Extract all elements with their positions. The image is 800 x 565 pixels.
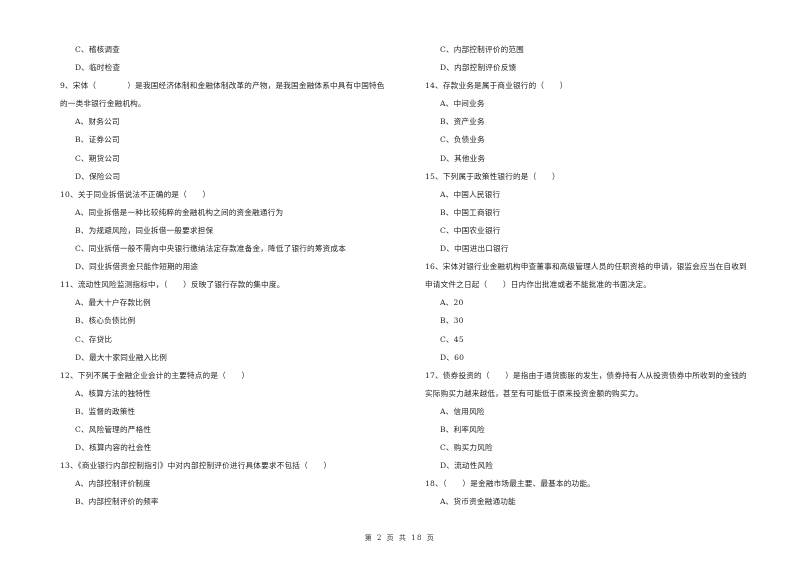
answer-option: A、信用风险 bbox=[440, 406, 485, 416]
question-text-continued: 的一类非银行金融机构。 bbox=[60, 99, 146, 109]
page-footer: 第 2 页 共 18 页 bbox=[364, 534, 436, 542]
question-text-continued: 申请文件之日起（ ）日内作出批准或者不能批准的书面决定。 bbox=[425, 280, 652, 290]
question-text: 10、关于同业拆借说法不正确的是（ ） bbox=[60, 189, 211, 199]
answer-option: A、内部控制评价制度 bbox=[75, 479, 151, 489]
question-text: 9、宋体（ ）是我国经济体制和金融体制改革的产物，是我国金融体系中具有中国特色 bbox=[60, 81, 385, 91]
answer-option: C、购买力风险 bbox=[440, 443, 493, 453]
answer-option: C、同业拆借一般不需向中央银行缴纳法定存款准备金，降低了银行的筹资成本 bbox=[75, 244, 346, 254]
answer-option: B、中国工商银行 bbox=[440, 207, 501, 217]
answer-option: A、最大十户存款比例 bbox=[75, 298, 151, 308]
question-text: 11、流动性风险监测指标中，（ ）反映了银行存款的集中度。 bbox=[60, 280, 285, 290]
answer-option: C、负债业务 bbox=[440, 135, 485, 145]
answer-option: D、流动性风险 bbox=[440, 461, 494, 471]
question-text: 13、《商业银行内部控制指引》中对内部控制评价进行具体要求不包括（ ） bbox=[60, 461, 332, 471]
answer-option: C、风险管理的严格性 bbox=[75, 424, 152, 434]
answer-option: B、监督的政策性 bbox=[75, 406, 136, 416]
answer-option: A、20 bbox=[440, 298, 464, 308]
answer-option: C、期货公司 bbox=[75, 153, 120, 163]
answer-option: A、货币资金融通功能 bbox=[440, 497, 516, 507]
answer-option: B、30 bbox=[440, 316, 464, 326]
question-text-continued: 实际购买力越来越低，甚至有可能低于原来投资金额的购买力。 bbox=[425, 388, 644, 398]
question-text: 16、宋体对银行业金融机构申查董事和高级管理人员的任职资格的申请，银监会应当在自… bbox=[425, 262, 747, 272]
answer-option: C、存贷比 bbox=[75, 334, 113, 344]
question-text: 18、（ ）是金融市场最主要、最基本的功能。 bbox=[425, 479, 595, 489]
answer-option: B、内部控制评价的频率 bbox=[75, 497, 159, 507]
answer-option: C、中国农业银行 bbox=[440, 225, 501, 235]
answer-option: A、核算方法的独特性 bbox=[75, 388, 151, 398]
answer-option: A、同业拆借是一种比较纯粹的金融机构之间的资金融通行为 bbox=[75, 207, 284, 217]
answer-option: C、45 bbox=[440, 334, 464, 344]
answer-option: C、内部控制评价的范围 bbox=[440, 45, 524, 54]
answer-option: B、证券公司 bbox=[75, 135, 120, 145]
answer-option: D、临时检查 bbox=[75, 63, 121, 73]
answer-option: D、内部控制评价反馈 bbox=[440, 63, 517, 73]
right-column: C、内部控制评价的范围 D、内部控制评价反馈 14、存款业务是属于商业银行的（ ） A… bbox=[425, 41, 785, 511]
question-text: 17、债券投资的（ ）是指由于通货膨胀的发生，债券持有人从投资债券中所收到的金钱… bbox=[425, 370, 747, 380]
answer-option: B、资产业务 bbox=[440, 117, 485, 127]
answer-option: D、60 bbox=[440, 352, 465, 362]
question-text: 14、存款业务是属于商业银行的（ ） bbox=[425, 81, 568, 91]
answer-option: D、同业拆借资金只能作短期的用途 bbox=[75, 262, 199, 272]
answer-option: D、中国进出口银行 bbox=[440, 244, 509, 254]
left-column: C、稽核调查 D、临时检查 9、宋体（ ）是我国经济体制和金融体制改革的产物，是我国… bbox=[60, 41, 415, 511]
answer-option: D、最大十家同业融入比例 bbox=[75, 352, 168, 362]
question-text: 15、下列属于政策性银行的是（ ） bbox=[425, 171, 560, 181]
answer-option: C、稽核调查 bbox=[75, 45, 120, 54]
answer-option: A、中间业务 bbox=[440, 99, 485, 109]
answer-option: D、保险公司 bbox=[75, 171, 121, 181]
answer-option: B、核心负债比例 bbox=[75, 316, 136, 326]
answer-option: D、其他业务 bbox=[440, 153, 486, 163]
answer-option: A、财务公司 bbox=[75, 117, 120, 127]
answer-option: B、利率风险 bbox=[440, 424, 485, 434]
answer-option: A、中国人民银行 bbox=[440, 189, 501, 199]
answer-option: D、核算内容的社会性 bbox=[75, 443, 152, 453]
answer-option: B、为规避风险，同业拆借一般要求担保 bbox=[75, 225, 214, 235]
question-text: 12、下列不属于金融企业会计的主要特点的是（ ） bbox=[60, 370, 250, 380]
